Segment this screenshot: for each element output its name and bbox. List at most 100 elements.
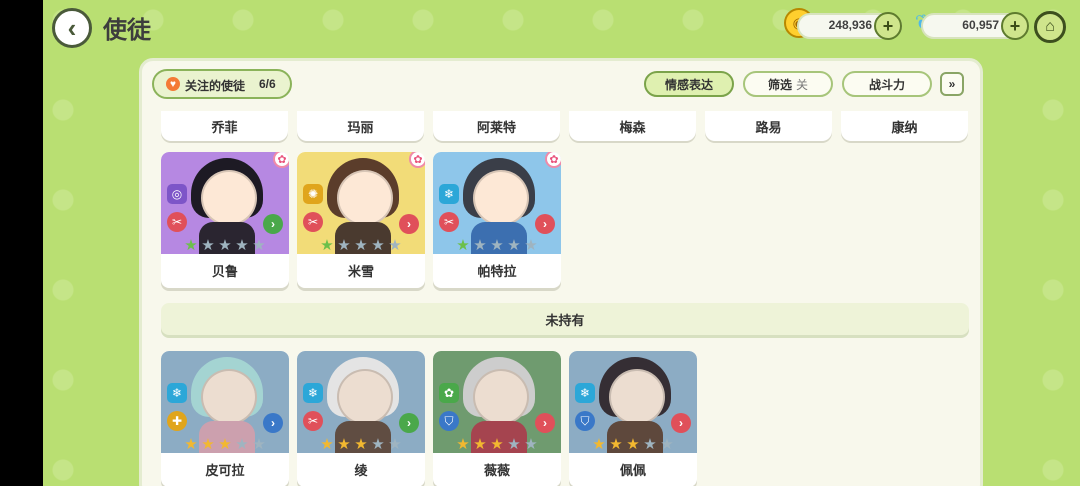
advantage-arrow-icon: ›: [399, 413, 419, 433]
chevron-left-icon: ‹: [67, 12, 77, 43]
filter-label: 筛选: [767, 77, 792, 92]
flower-icon: ✿: [273, 152, 289, 168]
apostle-name: 乔菲: [211, 119, 238, 135]
star-empty-icon: ★: [524, 237, 538, 254]
star-empty-icon: ★: [490, 237, 504, 254]
portrait-face: [201, 369, 257, 425]
coin-counter: 248,936 +: [797, 12, 902, 40]
apostle-card[interactable]: 玛丽: [297, 111, 424, 141]
star-filled-icon: ★: [456, 436, 470, 453]
star-empty-icon: ★: [473, 237, 487, 254]
not-owned-section-header[interactable]: 未持有: [161, 303, 969, 335]
apostle-card[interactable]: ✿ ⛉ › ★ ★ ★ ★ ★ 薇薇: [433, 351, 561, 486]
apostle-name: 皮可拉: [205, 462, 245, 478]
apostle-card[interactable]: 阿莱特: [433, 111, 560, 141]
star-filled-icon: ★: [320, 436, 334, 453]
star-filled-icon: ★: [184, 237, 198, 254]
advantage-arrow-icon: ›: [263, 214, 283, 234]
apostle-card[interactable]: ❄ ⛉ › ★ ★ ★ ★ ★ 佩佩: [569, 351, 697, 486]
role-icon: ✂: [167, 212, 187, 232]
filter-state: 关: [796, 77, 809, 92]
apostle-card[interactable]: ✺ ✂ › ★ ★ ★ ★ ★ 米雪 ✿: [297, 152, 425, 288]
apostle-card[interactable]: 梅森: [569, 111, 696, 141]
emotion-button[interactable]: 情感表达: [644, 71, 734, 97]
star-rating: ★ ★ ★ ★ ★: [319, 437, 403, 453]
star-empty-icon: ★: [252, 237, 266, 254]
apostle-name: 绫: [354, 462, 368, 478]
star-filled-icon: ★: [592, 436, 606, 453]
flower-icon: ✿: [545, 152, 561, 168]
emotion-label: 情感表达: [664, 77, 713, 92]
star-filled-icon: ★: [609, 436, 623, 453]
star-empty-icon: ★: [218, 237, 232, 254]
apostle-name: 路易: [755, 119, 782, 135]
apostle-name: 贝鲁: [211, 263, 238, 279]
expand-button[interactable]: »: [940, 72, 964, 96]
star-filled-icon: ★: [456, 237, 470, 254]
star-filled-icon: ★: [320, 237, 334, 254]
advantage-arrow-icon: ›: [671, 413, 691, 433]
advantage-arrow-icon: ›: [535, 413, 555, 433]
apostle-card[interactable]: ❄ ✂ › ★ ★ ★ ★ ★ 绫: [297, 351, 425, 486]
star-rating: ★ ★ ★ ★ ★: [183, 437, 267, 453]
apostle-name: 康纳: [891, 119, 918, 135]
apostle-card[interactable]: 路易: [705, 111, 832, 141]
star-filled-icon: ★: [354, 436, 368, 453]
star-rating: ★ ★ ★ ★ ★: [319, 238, 403, 254]
element-icon: ❄: [439, 184, 459, 204]
apostle-panel: ♥ 关注的使徒 6/6 情感表达 筛选 关 战斗力 » 乔菲 玛丽 阿莱特 梅森 路易 康…: [139, 58, 983, 486]
star-filled-icon: ★: [626, 436, 640, 453]
star-empty-icon: ★: [660, 436, 674, 453]
portrait-face: [337, 369, 393, 425]
home-button[interactable]: ⌂: [1034, 11, 1066, 43]
apostle-name: 薇薇: [483, 462, 510, 478]
advantage-arrow-icon: ›: [535, 214, 555, 234]
page-title: 使徒: [103, 17, 151, 44]
portrait-face: [201, 170, 257, 226]
apostle-name: 佩佩: [619, 462, 646, 478]
star-empty-icon: ★: [201, 237, 215, 254]
element-icon: ◎: [167, 184, 187, 204]
portrait-face: [473, 170, 529, 226]
star-empty-icon: ★: [507, 436, 521, 453]
apostle-card[interactable]: ❄ ✂ › ★ ★ ★ ★ ★ 帕特拉 ✿: [433, 152, 561, 288]
element-icon: ❄: [303, 383, 323, 403]
apostle-card[interactable]: ❄ ✚ › ★ ★ ★ ★ ★ 皮可拉: [161, 351, 289, 486]
apostle-card[interactable]: 乔菲: [161, 111, 288, 141]
section-label: 未持有: [545, 312, 585, 328]
sort-power-button[interactable]: 战斗力: [842, 71, 932, 97]
followed-count: 6/6: [259, 77, 276, 91]
apostle-name: 梅森: [619, 119, 646, 135]
star-empty-icon: ★: [388, 436, 402, 453]
portrait-face: [473, 369, 529, 425]
home-icon: ⌂: [1045, 18, 1055, 35]
advantage-arrow-icon: ›: [399, 214, 419, 234]
heart-icon: ♥: [166, 77, 180, 91]
apostle-card[interactable]: 康纳: [841, 111, 968, 141]
star-empty-icon: ★: [354, 237, 368, 254]
star-empty-icon: ★: [643, 436, 657, 453]
back-button[interactable]: ‹: [52, 8, 92, 48]
followed-apostles-toggle[interactable]: ♥ 关注的使徒 6/6: [152, 69, 292, 99]
add-crystals-button[interactable]: +: [1001, 12, 1029, 40]
star-empty-icon: ★: [388, 237, 402, 254]
star-rating: ★ ★ ★ ★ ★: [591, 437, 675, 453]
add-coins-button[interactable]: +: [874, 12, 902, 40]
crystal-value: 60,957: [962, 18, 999, 32]
star-rating: ★ ★ ★ ★ ★: [455, 238, 539, 254]
apostle-card[interactable]: ◎ ✂ › ★ ★ ★ ★ ★ 贝鲁 ✿: [161, 152, 289, 288]
filter-button[interactable]: 筛选 关: [743, 71, 833, 97]
advantage-arrow-icon: ›: [263, 413, 283, 433]
crystal-counter: 60,957 +: [921, 12, 1029, 40]
apostle-name: 阿莱特: [476, 119, 516, 135]
element-icon: ❄: [575, 383, 595, 403]
double-chevron-down-icon: »: [948, 77, 956, 91]
role-icon: ✂: [439, 212, 459, 232]
star-empty-icon: ★: [235, 436, 249, 453]
role-icon: ✂: [303, 411, 323, 431]
portrait-face: [609, 369, 665, 425]
star-empty-icon: ★: [371, 237, 385, 254]
star-filled-icon: ★: [490, 436, 504, 453]
star-filled-icon: ★: [473, 436, 487, 453]
flower-icon: ✿: [409, 152, 425, 168]
